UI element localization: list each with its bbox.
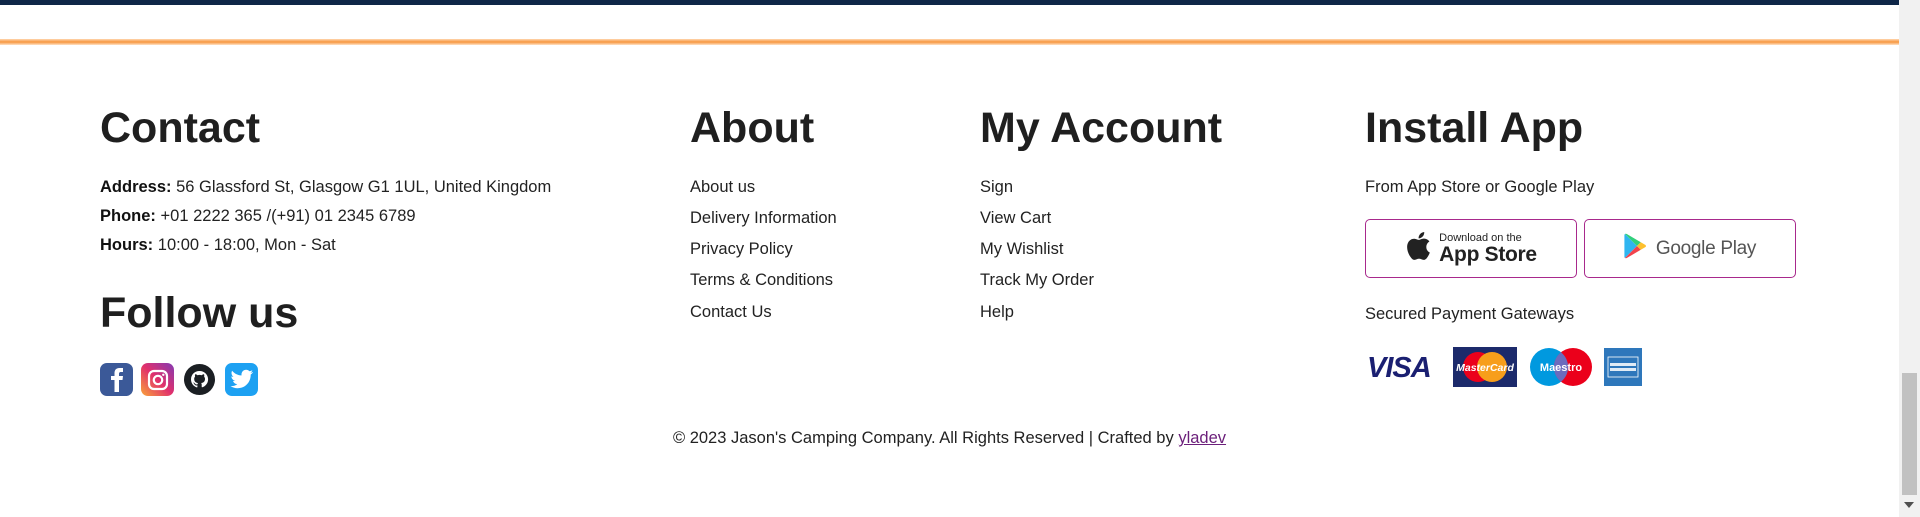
link-sign[interactable]: Sign	[980, 178, 1013, 197]
contact-heading: Contact	[100, 104, 261, 152]
hours-value: 10:00 - 18:00, Mon - Sat	[157, 236, 336, 254]
account-heading: My Account	[980, 104, 1223, 152]
mastercard-icon: MasterCard	[1453, 347, 1517, 387]
hours-line: Hours: 10:00 - 18:00, Mon - Sat	[100, 236, 336, 255]
link-terms-conditions[interactable]: Terms & Conditions	[690, 271, 833, 290]
link-my-wishlist[interactable]: My Wishlist	[980, 240, 1063, 259]
install-heading: Install App	[1365, 104, 1584, 152]
address-line: Address: 56 Glassford St, Glasgow G1 1UL…	[100, 178, 551, 197]
svg-text:VISA: VISA	[1367, 352, 1431, 382]
payments-label: Secured Payment Gateways	[1365, 305, 1575, 323]
header-bottom-band	[0, 0, 1899, 5]
google-play-text: Google Play	[1655, 237, 1757, 259]
amex-icon	[1604, 348, 1642, 386]
google-play-button[interactable]: Google Play	[1584, 219, 1796, 278]
svg-text:MasterCard: MasterCard	[1456, 362, 1514, 374]
github-icon[interactable]	[183, 363, 216, 396]
author-link[interactable]: yladev	[1178, 429, 1226, 447]
appstore-big-text: App Store	[1439, 242, 1537, 266]
link-about-us[interactable]: About us	[690, 178, 755, 197]
follow-heading: Follow us	[100, 289, 299, 337]
app-store-button[interactable]: Download on the App Store	[1365, 219, 1577, 278]
appstore-small-text: Download on the	[1439, 231, 1522, 244]
maestro-icon: Maestro	[1529, 348, 1593, 386]
orange-divider	[0, 39, 1899, 45]
link-privacy-policy[interactable]: Privacy Policy	[690, 240, 793, 259]
install-subtitle: From App Store or Google Play	[1365, 178, 1595, 196]
facebook-icon[interactable]	[100, 363, 133, 396]
link-track-my-order[interactable]: Track My Order	[980, 271, 1094, 290]
scrollbar-thumb[interactable]	[1902, 373, 1917, 495]
twitter-icon[interactable]	[225, 363, 258, 396]
google-play-icon	[1624, 233, 1648, 264]
svg-text:Maestro: Maestro	[1540, 362, 1582, 374]
scroll-down-arrow-icon[interactable]	[1904, 502, 1914, 508]
link-view-cart[interactable]: View Cart	[980, 209, 1051, 228]
copyright-text: © 2023 Jason's Camping Company. All Righ…	[672, 429, 1174, 447]
link-help[interactable]: Help	[980, 303, 1014, 322]
instagram-icon[interactable]	[141, 363, 174, 396]
phone-label: Phone:	[100, 207, 156, 225]
visa-icon: VISA	[1365, 348, 1437, 386]
hours-label: Hours:	[100, 236, 154, 254]
address-label: Address:	[100, 178, 172, 196]
apple-icon	[1405, 231, 1431, 266]
link-delivery-information[interactable]: Delivery Information	[690, 209, 837, 228]
copyright-line: © 2023 Jason's Camping Company. All Righ…	[0, 429, 1899, 448]
about-heading: About	[690, 104, 815, 152]
phone-value: +01 2222 365 /(+91) 01 2345 6789	[160, 207, 416, 225]
phone-line: Phone: +01 2222 365 /(+91) 01 2345 6789	[100, 207, 416, 226]
link-contact-us[interactable]: Contact Us	[690, 303, 772, 322]
vertical-scrollbar[interactable]	[1899, 0, 1920, 517]
address-value: 56 Glassford St, Glasgow G1 1UL, United …	[176, 178, 552, 196]
